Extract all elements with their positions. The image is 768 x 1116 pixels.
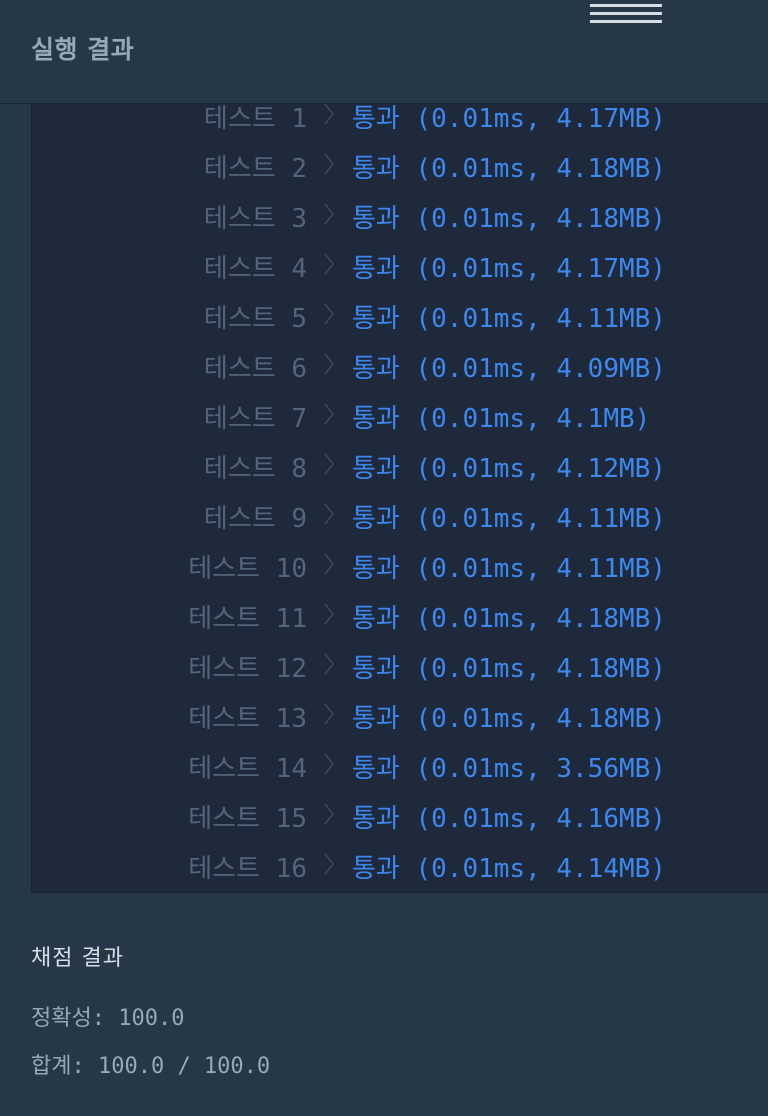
test-row: 테스트 10 통과 (0.01ms, 4.11MB) (32, 548, 768, 588)
chevron-right-icon (324, 653, 334, 675)
test-result: 통과 (0.01ms, 4.17MB) (352, 254, 666, 284)
test-result: 통과 (0.01ms, 4.11MB) (352, 504, 666, 534)
chevron-right-icon (324, 753, 334, 775)
chevron-right-icon (324, 803, 334, 825)
chevron-right-icon (324, 703, 334, 725)
test-label: 테스트 8 (203, 454, 307, 484)
test-label: 테스트 11 (188, 604, 307, 634)
test-row: 테스트 6 통과 (0.01ms, 4.09MB) (32, 348, 768, 388)
score-title: 채점 결과 (31, 946, 124, 971)
test-label: 테스트 3 (203, 204, 307, 234)
accuracy-score: 정확성: 100.0 (31, 1006, 185, 1031)
test-result: 통과 (0.01ms, 4.11MB) (352, 554, 666, 584)
chevron-right-icon (324, 353, 334, 375)
test-result: 통과 (0.01ms, 4.18MB) (352, 654, 666, 684)
test-row: 테스트 13 통과 (0.01ms, 4.18MB) (32, 698, 768, 738)
test-result: 통과 (0.01ms, 4.18MB) (352, 154, 666, 184)
test-row: 테스트 12 통과 (0.01ms, 4.18MB) (32, 648, 768, 688)
chevron-right-icon (324, 303, 334, 325)
test-result: 통과 (0.01ms, 4.14MB) (352, 854, 666, 884)
test-label: 테스트 16 (188, 854, 307, 884)
test-result: 통과 (0.01ms, 4.18MB) (352, 604, 666, 634)
test-label: 테스트 12 (188, 654, 307, 684)
test-result: 통과 (0.01ms, 4.16MB) (352, 804, 666, 834)
test-row: 테스트 11 통과 (0.01ms, 4.18MB) (32, 598, 768, 638)
test-row: 테스트 15 통과 (0.01ms, 4.16MB) (32, 798, 768, 838)
test-label: 테스트 10 (188, 554, 307, 584)
test-row: 테스트 2 통과 (0.01ms, 4.18MB) (32, 148, 768, 188)
chevron-right-icon (324, 153, 334, 175)
chevron-right-icon (324, 603, 334, 625)
test-result: 통과 (0.01ms, 4.12MB) (352, 454, 666, 484)
test-result: 통과 (0.01ms, 4.09MB) (352, 354, 666, 384)
test-result: 통과 (0.01ms, 4.11MB) (352, 304, 666, 334)
test-label: 테스트 4 (203, 254, 307, 284)
test-result: 통과 (0.01ms, 4.17MB) (352, 104, 666, 134)
test-results-panel[interactable]: 테스트 1 통과 (0.01ms, 4.17MB) 테스트 2 통과 (0.01ms,… (31, 104, 768, 893)
test-row: 테스트 4 통과 (0.01ms, 4.17MB) (32, 248, 768, 288)
test-row: 테스트 16 통과 (0.01ms, 4.14MB) (32, 848, 768, 888)
chevron-right-icon (324, 853, 334, 875)
test-label: 테스트 9 (203, 504, 307, 534)
chevron-right-icon (324, 503, 334, 525)
chevron-right-icon (324, 253, 334, 275)
test-label: 테스트 1 (203, 104, 307, 134)
total-score: 합계: 100.0 / 100.0 (31, 1054, 271, 1079)
test-label: 테스트 14 (188, 754, 307, 784)
test-label: 테스트 13 (188, 704, 307, 734)
test-label: 테스트 7 (203, 404, 307, 434)
test-row: 테스트 9 통과 (0.01ms, 4.11MB) (32, 498, 768, 538)
test-row: 테스트 1 통과 (0.01ms, 4.17MB) (32, 104, 768, 138)
chevron-right-icon (324, 203, 334, 225)
test-label: 테스트 15 (188, 804, 307, 834)
test-row: 테스트 5 통과 (0.01ms, 4.11MB) (32, 298, 768, 338)
chevron-right-icon (324, 104, 334, 125)
test-row: 테스트 8 통과 (0.01ms, 4.12MB) (32, 448, 768, 488)
test-row: 테스트 7 통과 (0.01ms, 4.1MB) (32, 398, 768, 438)
test-row: 테스트 3 통과 (0.01ms, 4.18MB) (32, 198, 768, 238)
chevron-right-icon (324, 553, 334, 575)
results-header: 실행 결과 (0, 0, 768, 104)
panel-resize-handle[interactable] (590, 4, 662, 24)
test-label: 테스트 5 (203, 304, 307, 334)
results-title: 실행 결과 (31, 35, 135, 64)
test-row: 테스트 14 통과 (0.01ms, 3.56MB) (32, 748, 768, 788)
test-result: 통과 (0.01ms, 3.56MB) (352, 754, 666, 784)
test-result: 통과 (0.01ms, 4.18MB) (352, 704, 666, 734)
score-section: 채점 결과 정확성: 100.0 합계: 100.0 / 100.0 (31, 940, 270, 1096)
test-label: 테스트 2 (203, 154, 307, 184)
test-result: 통과 (0.01ms, 4.18MB) (352, 204, 666, 234)
test-result: 통과 (0.01ms, 4.1MB) (352, 404, 651, 434)
test-label: 테스트 6 (203, 354, 307, 384)
chevron-right-icon (324, 403, 334, 425)
chevron-right-icon (324, 453, 334, 475)
